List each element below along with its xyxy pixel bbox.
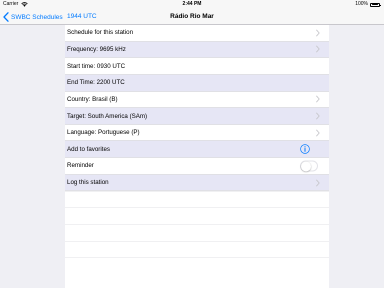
table-row[interactable]: Frequency: 9695 kHz [65,41,329,59]
row-label: Add to favorites [67,145,110,153]
chevron-right-icon [316,112,320,120]
station-details-table: Schedule for this station Frequency: 9695… [65,25,329,288]
chevron-right-icon [316,29,320,37]
table-row[interactable]: Schedule for this station [65,25,329,42]
chevron-right-icon [316,179,320,186]
table-row: End Time: 2200 UTC [65,74,329,92]
chevron-right-icon [316,96,320,103]
table-row[interactable]: Log this station [65,174,329,192]
info-icon[interactable] [300,144,310,155]
row-label: Start time: 0930 UTC [67,62,126,70]
reminder-toggle[interactable] [300,160,318,172]
table-row[interactable]: Language: Portuguese (P) [65,124,329,142]
row-label: End Time: 2200 UTC [67,79,125,87]
table-row[interactable]: Target: South America (SAm) [65,108,329,125]
status-bar: Carrier 2:44 PM 100% [0,0,384,9]
table-row[interactable]: Reminder [65,158,329,175]
row-label: Schedule for this station [67,29,134,37]
table-row[interactable]: Country: Brasil (B) [65,91,329,109]
row-label: Language: Portuguese (P) [67,129,140,137]
row-label: Frequency: 9695 kHz [67,45,126,53]
toggle-knob [301,161,311,172]
navigation-bar: SWBC Schedules 1944 UTC Rádio Rio Mar [0,9,384,25]
status-time: 2:44 PM [182,1,202,7]
chevron-right-icon [316,46,320,53]
row-label: Country: Brasil (B) [67,95,118,103]
table-row: Start time: 0930 UTC [65,58,329,75]
battery-percent: 100% [355,1,368,7]
chevron-right-icon [316,129,320,137]
table-row[interactable]: Add to favorites [65,141,329,159]
page-title: Rádio Rio Mar [170,13,214,20]
battery-indicator: 100% [355,1,381,7]
row-label: Target: South America (SAm) [67,112,148,120]
battery-icon [370,2,381,7]
row-label: Reminder [67,162,94,170]
row-label: Log this station [67,179,109,187]
